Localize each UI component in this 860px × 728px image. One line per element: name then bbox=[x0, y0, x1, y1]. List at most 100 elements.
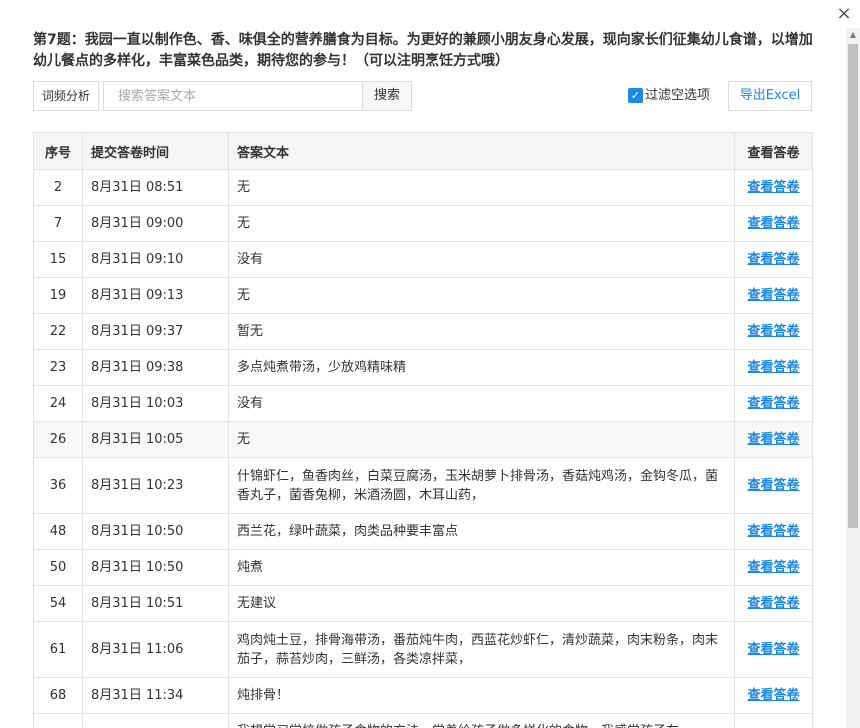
checkbox-checked-icon[interactable]: ✓ bbox=[628, 88, 643, 103]
row-index: 68 bbox=[33, 677, 83, 714]
row-index: 36 bbox=[33, 457, 83, 514]
row-view-cell: 查看答卷 bbox=[734, 513, 813, 550]
row-index bbox=[33, 713, 83, 728]
vertical-scrollbar[interactable]: ▲ bbox=[846, 28, 860, 728]
view-answer-link[interactable]: 查看答卷 bbox=[747, 180, 799, 195]
row-index: 26 bbox=[33, 421, 83, 458]
row-index: 50 bbox=[33, 549, 83, 586]
row-view-cell: 查看答卷 bbox=[734, 549, 813, 586]
table-row: 22 8月31日 09:37 暂无 查看答卷 bbox=[33, 313, 813, 350]
row-view-cell: 查看答卷 bbox=[734, 241, 813, 278]
row-index: 19 bbox=[33, 277, 83, 314]
row-submit-time: 8月31日 09:13 bbox=[82, 277, 229, 314]
row-answer-text: 无 bbox=[228, 205, 735, 242]
row-submit-time: 8月31日 09:38 bbox=[82, 349, 229, 386]
view-answer-link[interactable]: 查看答卷 bbox=[747, 288, 799, 303]
row-answer-text: 无 bbox=[228, 169, 735, 206]
view-answer-link[interactable]: 查看答卷 bbox=[747, 642, 799, 657]
view-answer-link[interactable]: 查看答卷 bbox=[747, 524, 799, 539]
row-view-cell: 查看答卷 bbox=[734, 277, 813, 314]
close-icon[interactable]: × bbox=[834, 4, 854, 24]
view-answer-link[interactable]: 查看答卷 bbox=[747, 596, 799, 611]
question-title: 第7题：我园一直以制作色、香、味俱全的营养膳食为目标。为更好的兼顾小朋友身心发展… bbox=[33, 32, 813, 69]
row-submit-time: 8月31日 08:51 bbox=[82, 169, 229, 206]
table-row: 50 8月31日 10:50 炖煮 查看答卷 bbox=[33, 549, 813, 586]
header-answer-text: 答案文本 bbox=[228, 132, 735, 170]
row-submit-time: 8月31日 10:03 bbox=[82, 385, 229, 422]
table-row: 26 8月31日 10:05 无查看答卷 bbox=[33, 421, 813, 458]
table-row: 68 8月31日 11:34 炖排骨！ 查看答卷 bbox=[33, 677, 813, 714]
row-index: 48 bbox=[33, 513, 83, 550]
table-row: 48 8月31日 10:50 西兰花，绿叶蔬菜，肉类品种要丰富点 查看答卷 bbox=[33, 513, 813, 550]
header-submit-time: 提交答卷时间 bbox=[82, 132, 229, 170]
view-answer-link[interactable]: 查看答卷 bbox=[747, 478, 799, 493]
row-view-cell: 查看答卷 bbox=[734, 313, 813, 350]
view-answer-link[interactable]: 查看答卷 bbox=[747, 432, 799, 447]
row-view-cell: 查看答卷 bbox=[734, 169, 813, 206]
row-view-cell: 查看答卷 bbox=[734, 421, 813, 458]
row-answer-text: 无建议 bbox=[228, 585, 735, 622]
row-answer-text: 西兰花，绿叶蔬菜，肉类品种要丰富点 bbox=[228, 513, 735, 550]
table-row: 61 8月31日 11:06 鸡肉炖土豆，排骨海带汤，番茄炖牛肉，西蓝花炒虾仁，清炒… bbox=[33, 621, 813, 678]
table-row: 54 8月31日 10:51 无建议 查看答卷 bbox=[33, 585, 813, 622]
row-submit-time: 8月31日 09:10 bbox=[82, 241, 229, 278]
search-input[interactable] bbox=[103, 81, 363, 111]
row-answer-text: 没有 bbox=[228, 385, 735, 422]
row-submit-time bbox=[82, 713, 229, 728]
answer-text-dialog: × ▲ 第7题：我园一直以制作色、香、味俱全的营养膳食为目标。为更好的兼顾小朋友… bbox=[0, 0, 860, 728]
search-button[interactable]: 搜索 bbox=[362, 81, 412, 111]
table-row: 24 8月31日 10:03 没有 查看答卷 bbox=[33, 385, 813, 422]
row-index: 22 bbox=[33, 313, 83, 350]
view-answer-link[interactable]: 查看答卷 bbox=[747, 396, 799, 411]
row-submit-time: 8月31日 10:51 bbox=[82, 585, 229, 622]
row-submit-time: 8月31日 11:06 bbox=[82, 621, 229, 678]
table-row: 我想学习学校做孩子食物的方法，觉着给孩子做多样化的食物，我感觉孩子在 bbox=[33, 713, 813, 728]
row-index: 15 bbox=[33, 241, 83, 278]
word-frequency-button[interactable]: 词频分析 bbox=[33, 81, 99, 111]
row-answer-text: 鸡肉炖土豆，排骨海带汤，番茄炖牛肉，西蓝花炒虾仁，清炒蔬菜，肉末粉条，肉末茄子，… bbox=[228, 621, 735, 678]
toolbar: 词频分析 搜索 ✓过滤空选项 导出Excel bbox=[33, 81, 813, 111]
row-submit-time: 8月31日 11:34 bbox=[82, 677, 229, 714]
row-answer-text: 什锦虾仁，鱼香肉丝，白菜豆腐汤，玉米胡萝卜排骨汤，香菇炖鸡汤，金钩冬瓜，菌香丸子… bbox=[228, 457, 735, 514]
view-answer-link[interactable]: 查看答卷 bbox=[747, 560, 799, 575]
filter-empty-checkbox[interactable]: ✓ 过滤空选项 bbox=[628, 88, 710, 104]
answers-table: 序号 提交答卷时间 答案文本 查看答卷 2 8月31日 08:51 无查看答卷 7 8月… bbox=[33, 132, 813, 728]
row-submit-time: 8月31日 10:50 bbox=[82, 513, 229, 550]
row-index: 61 bbox=[33, 621, 83, 678]
view-answer-link[interactable]: 查看答卷 bbox=[747, 688, 799, 703]
row-index: 24 bbox=[33, 385, 83, 422]
row-index: 54 bbox=[33, 585, 83, 622]
row-view-cell bbox=[734, 713, 813, 728]
scrollbar-thumb[interactable] bbox=[848, 44, 858, 528]
row-submit-time: 8月31日 09:00 bbox=[82, 205, 229, 242]
row-submit-time: 8月31日 10:05 bbox=[82, 421, 229, 458]
row-view-cell: 查看答卷 bbox=[734, 349, 813, 386]
view-answer-link[interactable]: 查看答卷 bbox=[747, 252, 799, 267]
row-answer-text: 暂无 bbox=[228, 313, 735, 350]
row-index: 23 bbox=[33, 349, 83, 386]
export-excel-button[interactable]: 导出Excel bbox=[728, 81, 812, 111]
row-answer-text: 没有 bbox=[228, 241, 735, 278]
row-submit-time: 8月31日 09:37 bbox=[82, 313, 229, 350]
row-answer-text: 我想学习学校做孩子食物的方法，觉着给孩子做多样化的食物，我感觉孩子在 bbox=[228, 713, 735, 728]
row-view-cell: 查看答卷 bbox=[734, 385, 813, 422]
row-submit-time: 8月31日 10:23 bbox=[82, 457, 229, 514]
filter-empty-label: 过滤空选项 bbox=[645, 88, 711, 103]
row-answer-text: 多点炖煮带汤，少放鸡精味精 bbox=[228, 349, 735, 386]
table-header-row: 序号 提交答卷时间 答案文本 查看答卷 bbox=[33, 132, 813, 170]
scroll-up-arrow-icon[interactable]: ▲ bbox=[846, 28, 860, 42]
view-answer-link[interactable]: 查看答卷 bbox=[747, 360, 799, 375]
table-row: 7 8月31日 09:00 无查看答卷 bbox=[33, 205, 813, 242]
row-view-cell: 查看答卷 bbox=[734, 205, 813, 242]
row-view-cell: 查看答卷 bbox=[734, 457, 813, 514]
header-view-answer: 查看答卷 bbox=[734, 132, 813, 170]
row-submit-time: 8月31日 10:50 bbox=[82, 549, 229, 586]
row-view-cell: 查看答卷 bbox=[734, 585, 813, 622]
view-answer-link[interactable]: 查看答卷 bbox=[747, 216, 799, 231]
view-answer-link[interactable]: 查看答卷 bbox=[747, 324, 799, 339]
row-answer-text: 炖煮 bbox=[228, 549, 735, 586]
row-answer-text: 无 bbox=[228, 421, 735, 458]
table-row: 2 8月31日 08:51 无查看答卷 bbox=[33, 169, 813, 206]
table-row: 23 8月31日 09:38 多点炖煮带汤，少放鸡精味精 查看答卷 bbox=[33, 349, 813, 386]
row-view-cell: 查看答卷 bbox=[734, 677, 813, 714]
